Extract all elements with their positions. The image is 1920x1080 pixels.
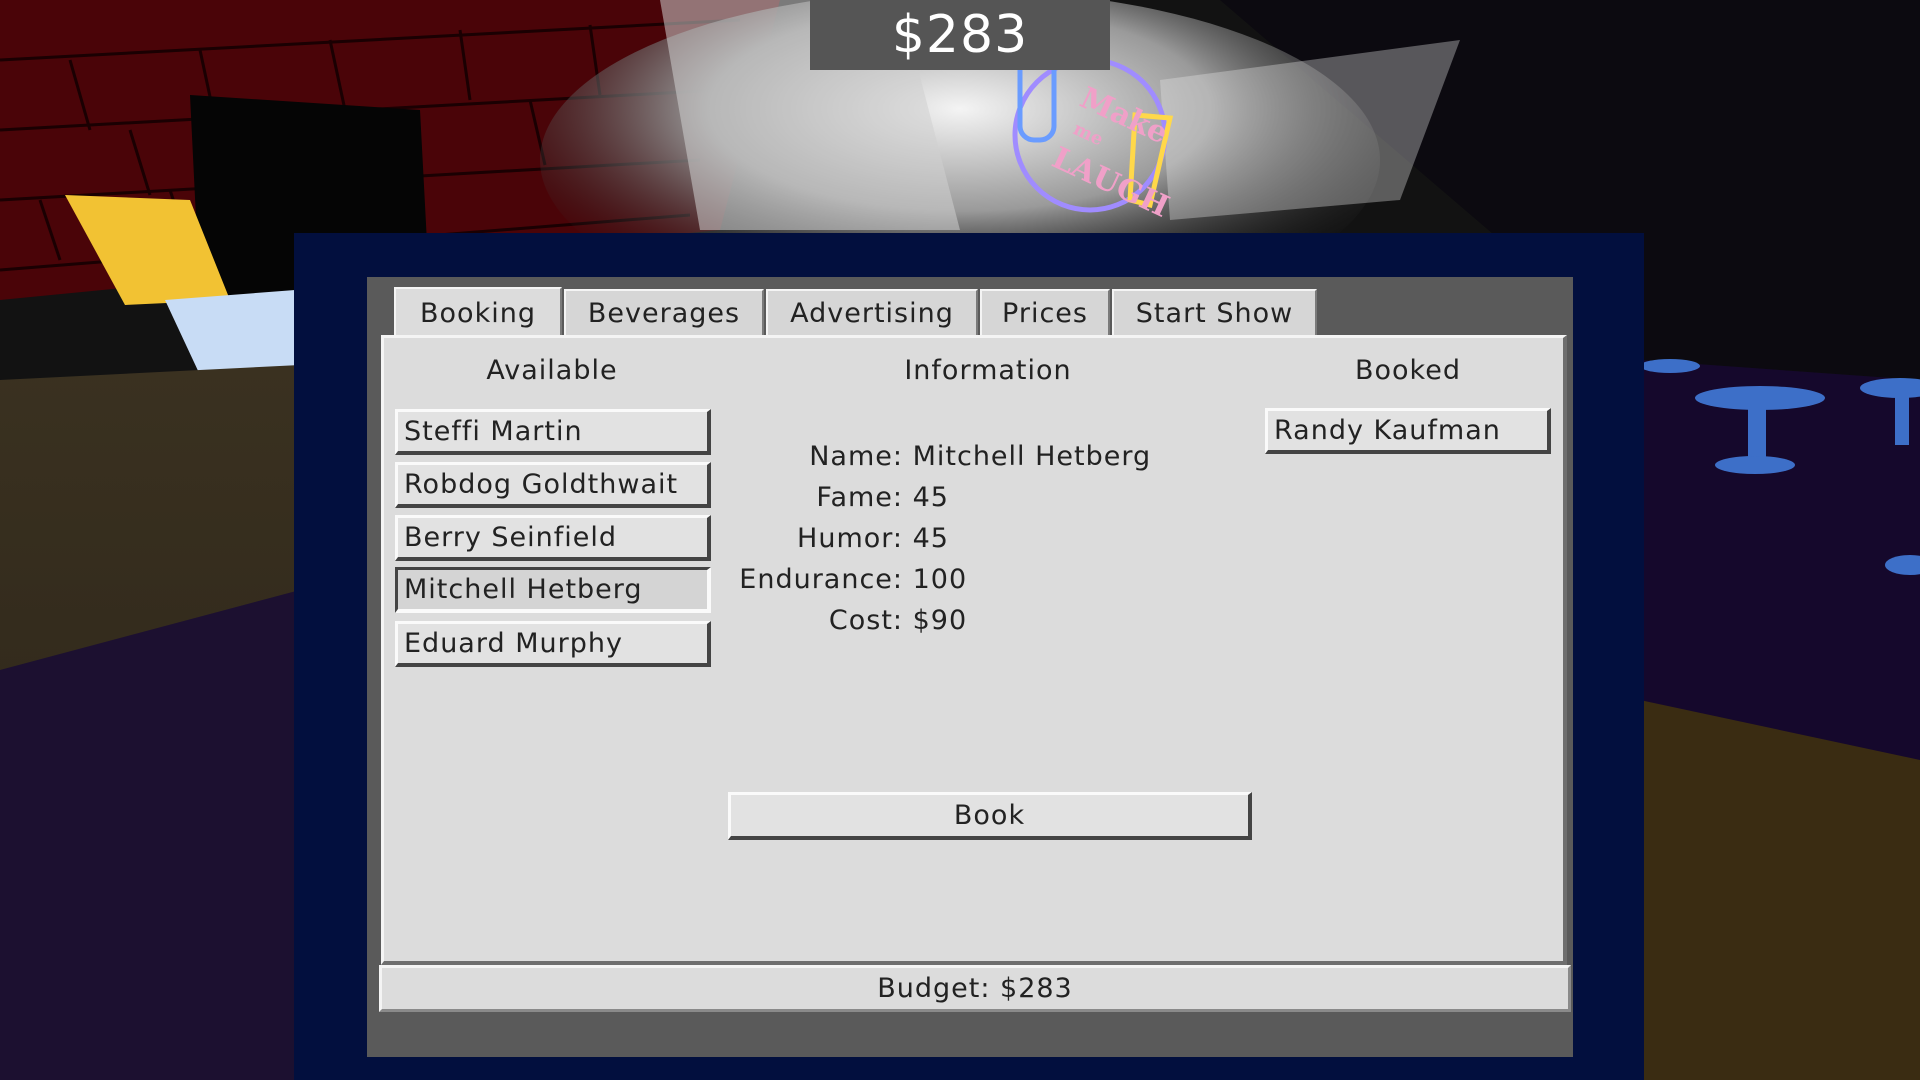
- money-display: $283: [810, 0, 1110, 70]
- budget-bar: Budget: $283: [379, 965, 1571, 1012]
- info-fame-value: 45: [912, 482, 949, 513]
- info-fame-label: Fame:: [816, 482, 903, 513]
- info-name-label: Name:: [809, 441, 903, 472]
- info-name-value: Mitchell Hetberg: [912, 441, 1152, 472]
- book-button[interactable]: Book: [728, 792, 1252, 840]
- info-cost-row: Cost: $90: [728, 605, 967, 636]
- available-comedian-button[interactable]: Eduard Murphy: [395, 621, 711, 667]
- money-value: $283: [891, 5, 1029, 65]
- tab-advertising[interactable]: Advertising: [766, 289, 978, 335]
- info-cost-value: $90: [912, 605, 968, 636]
- tab-label: Booking: [420, 297, 536, 329]
- info-endurance-value: 100: [912, 564, 968, 595]
- tab-label: Beverages: [587, 297, 741, 329]
- booked-header: Booked: [1355, 355, 1461, 386]
- tab-prices[interactable]: Prices: [980, 289, 1110, 335]
- tab-label: Advertising: [790, 297, 954, 329]
- available-comedian-button-selected[interactable]: Mitchell Hetberg: [395, 567, 711, 613]
- info-endurance-label: Endurance:: [739, 564, 903, 595]
- tab-label: Prices: [1002, 297, 1088, 329]
- info-cost-label: Cost:: [828, 605, 903, 636]
- info-humor-value: 45: [912, 523, 949, 554]
- available-comedian-button[interactable]: Berry Seinfield: [395, 515, 711, 561]
- information-header: Information: [904, 355, 1072, 386]
- available-comedian-button[interactable]: Robdog Goldthwait: [395, 462, 711, 508]
- tab-booking[interactable]: Booking: [394, 287, 562, 337]
- available-header: Available: [486, 355, 618, 386]
- available-comedian-button[interactable]: Steffi Martin: [395, 409, 711, 455]
- info-humor-row: Humor: 45: [728, 523, 949, 554]
- info-endurance-row: Endurance: 100: [728, 564, 967, 595]
- tab-label: Start Show: [1135, 297, 1294, 329]
- booked-comedian-button[interactable]: Randy Kaufman: [1265, 408, 1551, 454]
- info-name-row: Name: Mitchell Hetberg: [728, 441, 1151, 472]
- info-fame-row: Fame: 45: [728, 482, 949, 513]
- tab-start-show[interactable]: Start Show: [1112, 289, 1317, 335]
- tab-beverages[interactable]: Beverages: [564, 289, 764, 335]
- info-humor-label: Humor:: [797, 523, 903, 554]
